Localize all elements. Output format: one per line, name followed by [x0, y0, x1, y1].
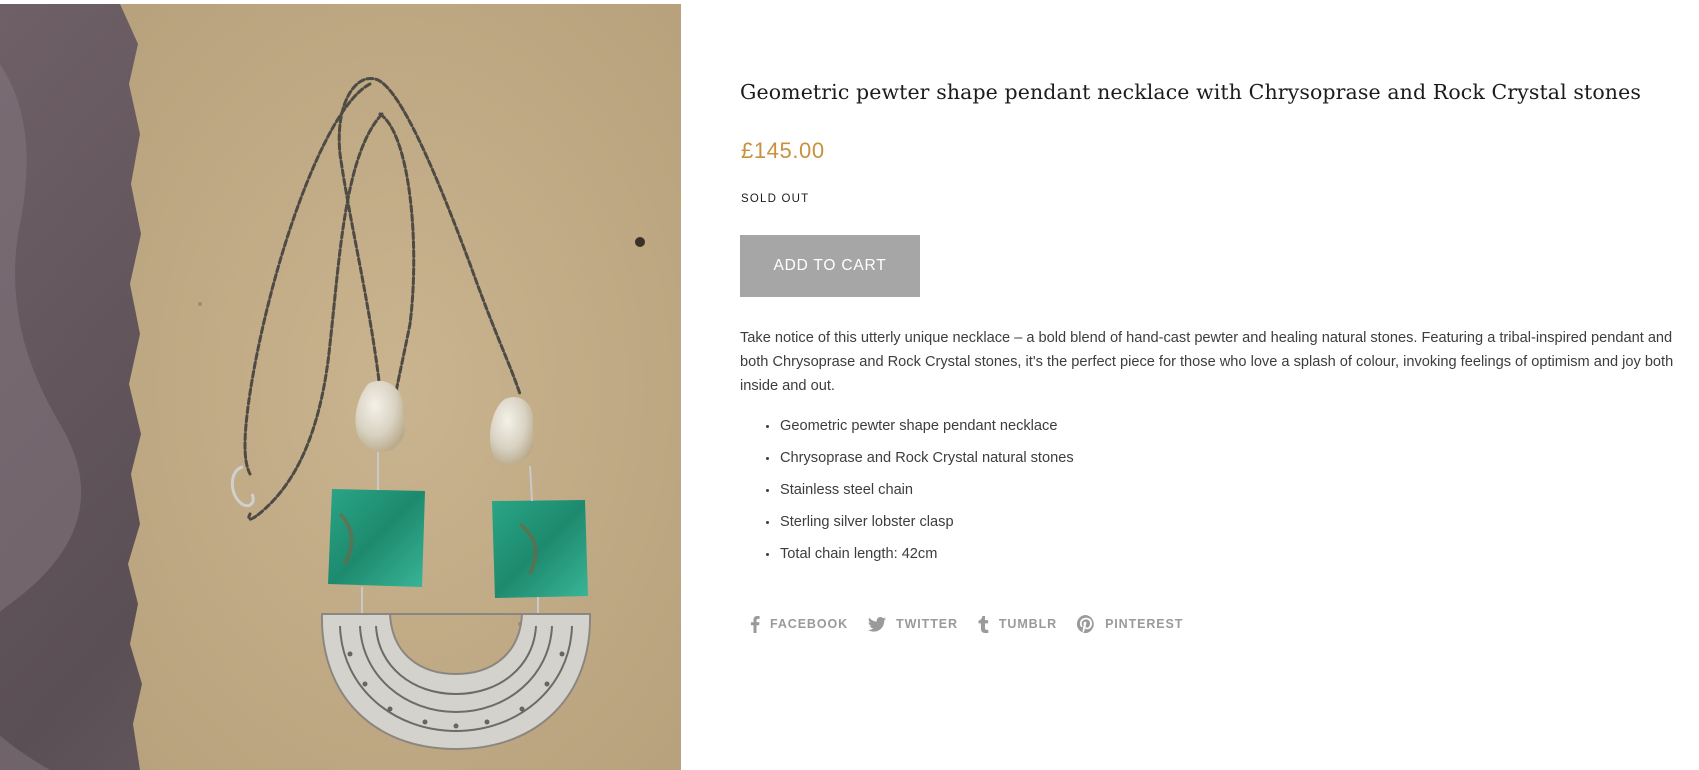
feature-list: Geometric pewter shape pendant necklace … [740, 414, 1074, 574]
list-item: Total chain length: 42cm [766, 542, 1074, 574]
share-tumblr-link[interactable]: TUMBLR [978, 615, 1057, 633]
twitter-icon [868, 616, 887, 632]
list-item: Stainless steel chain [766, 478, 1074, 510]
list-item: Sterling silver lobster clasp [766, 510, 1074, 542]
tumblr-icon [978, 615, 989, 633]
pinterest-icon [1077, 615, 1094, 633]
share-pinterest-link[interactable]: PINTEREST [1077, 615, 1183, 633]
share-twitter-label: TWITTER [896, 617, 958, 631]
share-facebook-label: FACEBOOK [770, 617, 849, 631]
facebook-icon [750, 615, 760, 633]
product-price: £145.00 [741, 138, 825, 163]
share-pinterest-label: PINTEREST [1105, 617, 1184, 631]
share-twitter-link[interactable]: TWITTER [868, 615, 958, 633]
stock-status: SOLD OUT [741, 193, 810, 205]
add-to-cart-button[interactable]: ADD TO CART [740, 235, 920, 297]
product-image[interactable] [0, 4, 681, 770]
product-description: Take notice of this utterly unique neckl… [740, 330, 1674, 394]
product-title: Geometric pewter shape pendant necklace … [740, 80, 1641, 104]
share-links: FACEBOOK TWITTER TUMBLR PINTEREST [750, 615, 1203, 633]
share-tumblr-label: TUMBLR [998, 617, 1058, 631]
list-item: Geometric pewter shape pendant necklace [766, 414, 1074, 446]
list-item: Chrysoprase and Rock Crystal natural sto… [766, 446, 1074, 478]
share-facebook-link[interactable]: FACEBOOK [750, 615, 848, 633]
